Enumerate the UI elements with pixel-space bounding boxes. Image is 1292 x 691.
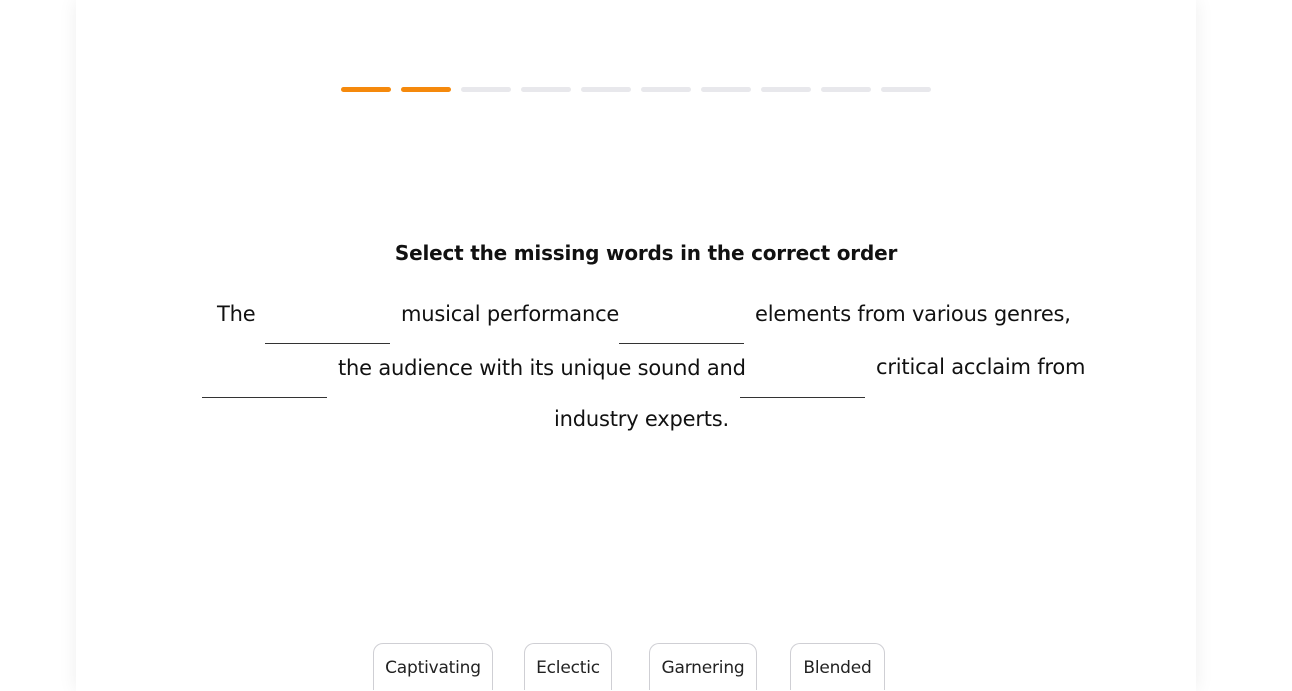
progress-segment: [641, 87, 691, 92]
blank-line: [265, 343, 390, 344]
progress-segment: [401, 87, 451, 92]
sentence-fragment: The: [217, 302, 256, 326]
sentence-fragment: critical acclaim from: [876, 355, 1086, 379]
word-option-blended[interactable]: Blended: [790, 643, 885, 690]
progress-segment: [701, 87, 751, 92]
question-card: [76, 0, 1196, 691]
progress-bar: [341, 87, 931, 92]
blank-line: [619, 343, 744, 344]
progress-segment: [341, 87, 391, 92]
sentence-fragment: elements from various genres,: [755, 302, 1071, 326]
blank-line: [740, 397, 865, 398]
word-option-eclectic[interactable]: Eclectic: [524, 643, 612, 690]
blank-slot-3[interactable]: [202, 354, 327, 398]
progress-segment: [761, 87, 811, 92]
progress-segment: [881, 87, 931, 92]
sentence-fragment: the audience with its unique sound and: [338, 356, 746, 380]
progress-segment: [521, 87, 571, 92]
blank-slot-2[interactable]: [619, 300, 744, 344]
blank-slot-4[interactable]: [740, 354, 865, 398]
instruction-heading: Select the missing words in the correct …: [394, 241, 898, 265]
sentence-fragment: industry experts.: [554, 407, 730, 431]
blank-line: [202, 397, 327, 398]
progress-segment: [581, 87, 631, 92]
sentence-fragment: musical performance: [401, 302, 620, 326]
blank-slot-1[interactable]: [265, 300, 390, 344]
word-option-garnering[interactable]: Garnering: [649, 643, 757, 690]
progress-segment: [821, 87, 871, 92]
progress-segment: [461, 87, 511, 92]
word-option-captivating[interactable]: Captivating: [373, 643, 493, 690]
